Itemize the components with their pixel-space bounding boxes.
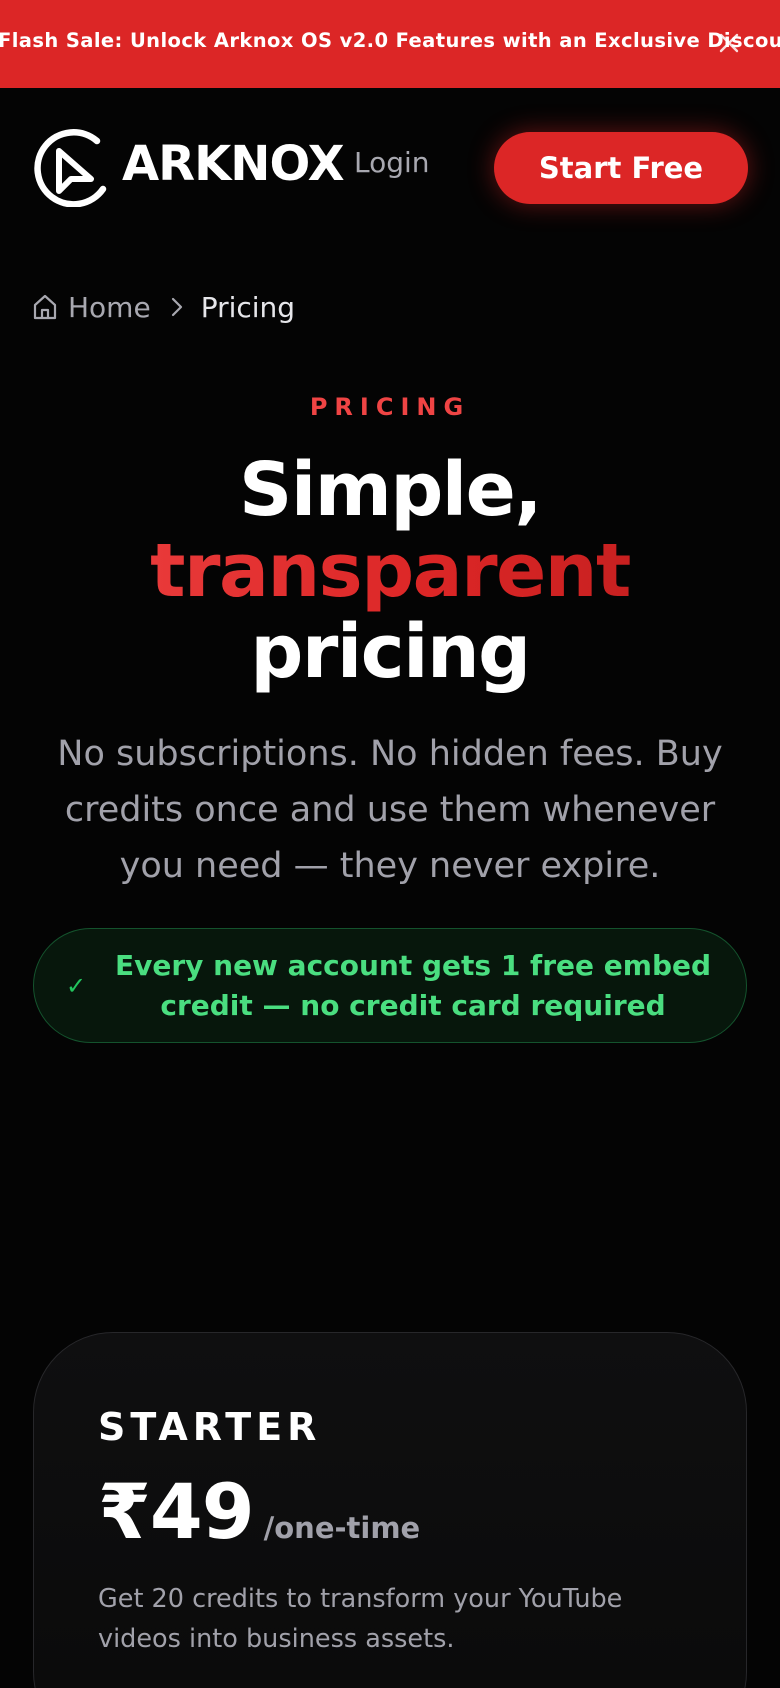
title-line-2: transparent (0, 531, 780, 612)
brand-name[interactable]: ARKNOX (122, 140, 345, 188)
plan-price: ₹49 (98, 1467, 255, 1556)
plan-card-starter: STARTER ₹49 /one-time Get 20 credits to … (33, 1332, 747, 1688)
plan-description: Get 20 credits to transform your YouTube… (98, 1584, 623, 1654)
arknox-logo-icon[interactable] (33, 127, 109, 208)
section-eyebrow: PRICING (309, 393, 471, 421)
breadcrumb-home[interactable]: Home (68, 291, 151, 324)
close-icon[interactable] (712, 26, 746, 60)
free-credit-badge: ✓ Every new account gets 1 free embed cr… (33, 928, 747, 1043)
check-icon: ✓ (66, 971, 87, 1000)
home-icon[interactable] (32, 293, 58, 321)
free-credit-text: Every new account gets 1 free embed cred… (114, 948, 712, 1022)
promo-text: Flash Sale: Unlock Arknox OS v2.0 Featur… (0, 29, 780, 52)
page-subtitle: No subscriptions. No hidden fees. Buy cr… (57, 734, 723, 886)
breadcrumb: Home Pricing (32, 285, 295, 329)
site-header: ARKNOX Login Start Free (0, 88, 780, 248)
page-title: Simple, transparent pricing (0, 450, 780, 693)
start-free-button[interactable]: Start Free (494, 132, 748, 204)
title-line-3: pricing (250, 609, 531, 695)
promo-banner: Flash Sale: Unlock Arknox OS v2.0 Featur… (0, 0, 780, 88)
chevron-right-icon (167, 295, 187, 319)
plan-period: /one-time (263, 1511, 421, 1545)
plan-price-row: ₹49 /one-time (98, 1467, 420, 1556)
login-link[interactable]: Login (354, 149, 430, 177)
title-line-1: Simple, (239, 447, 542, 533)
breadcrumb-current: Pricing (200, 290, 296, 324)
plan-name: STARTER (98, 1405, 322, 1449)
